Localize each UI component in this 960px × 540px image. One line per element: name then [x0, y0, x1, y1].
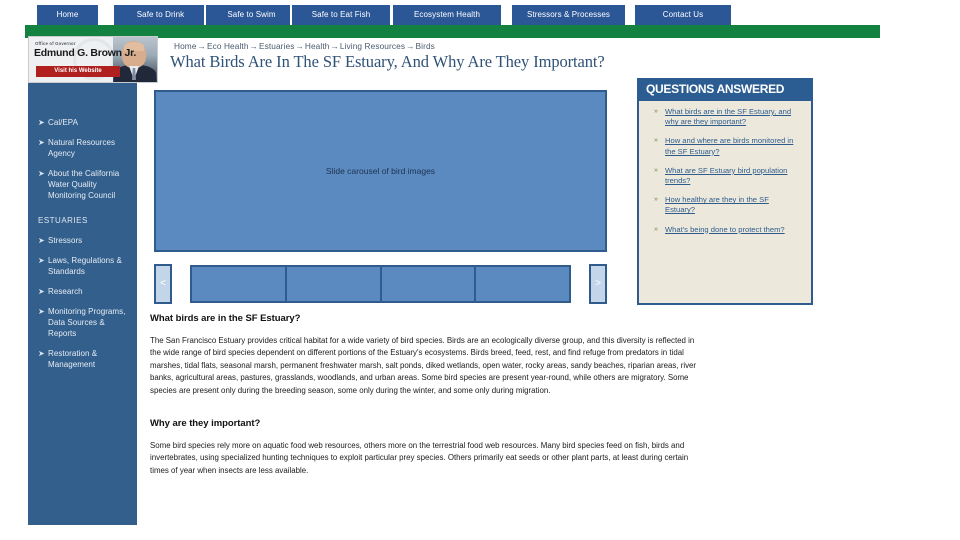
breadcrumb: Home→Eco Health→Estuaries→Health→Living …: [174, 41, 435, 51]
sidebar-bullet-arrow-icon: ➤: [38, 236, 45, 245]
sidebar-item-label: Cal/EPA: [48, 118, 78, 127]
sidebar-bullet-arrow-icon: ➤: [38, 169, 45, 178]
question-link-label[interactable]: How healthy are they in the SF Estuary?: [665, 195, 769, 214]
sidebar-item-natural-resources-agency[interactable]: ➤ Natural Resources Agency: [28, 137, 137, 159]
carousel-next-arrow-icon[interactable]: >: [589, 264, 607, 304]
breadcrumb-item-living-resources[interactable]: Living Resources: [340, 41, 405, 51]
nav-tab-safe-to-swim[interactable]: Safe to Swim: [204, 5, 299, 25]
sidebar-item-cal-epa[interactable]: ➤ Cal/EPA: [28, 117, 137, 128]
sidebar-section-heading-estuaries: ESTUARIES: [38, 216, 88, 225]
nav-tab-contact-us[interactable]: Contact Us: [633, 5, 733, 25]
section-body-text: Some bird species rely more on aquatic f…: [150, 441, 689, 475]
sidebar-item-label: Restoration & Management: [48, 349, 98, 369]
breadcrumb-item-estuaries[interactable]: Estuaries: [259, 41, 295, 51]
questions-answered-list: » What birds are in the SF Estuary, and w…: [639, 107, 811, 244]
carousel-thumbnail[interactable]: [381, 267, 475, 301]
section-body-text: The San Francisco Estuary provides criti…: [150, 336, 697, 395]
sidebar-item-stressors[interactable]: ➤ Stressors: [28, 235, 137, 246]
sidebar-item-restoration-management[interactable]: ➤ Restoration & Management: [28, 348, 137, 370]
nav-tab-ecosystem-health[interactable]: Ecosystem Health: [391, 5, 503, 25]
sidebar-item-about-the-california-water-quality-monitoring-council[interactable]: ➤ About the California Water Quality Moni…: [28, 168, 137, 201]
section-heading: What birds are in the SF Estuary?: [150, 313, 301, 324]
carousel-thumbnail[interactable]: [192, 267, 285, 301]
double-chevron-icon: »: [654, 137, 658, 145]
question-link-label[interactable]: What's being done to protect them?: [665, 225, 785, 234]
left-sidebar: ➤ Cal/EPA ➤ Natural Resources Agency ➤ About …: [28, 83, 137, 525]
carousel-thumbnail[interactable]: [476, 267, 569, 301]
carousel-thumbnail[interactable]: [286, 267, 380, 301]
breadcrumb-arrow-icon: →: [197, 41, 206, 51]
breadcrumb-item-eco-health[interactable]: Eco Health: [207, 41, 249, 51]
question-link-item[interactable]: » What are SF Estuary bird population tre…: [639, 166, 803, 186]
question-link-item[interactable]: » How healthy are they in the SF Estuary?: [639, 195, 803, 215]
sidebar-item-label: About the California Water Quality Monit…: [48, 169, 120, 200]
sidebar-item-laws-regulations-standards[interactable]: ➤ Laws, Regulations & Standards: [28, 255, 137, 277]
carousel-thumbnails: [190, 265, 571, 303]
sidebar-bullet-arrow-icon: ➤: [38, 307, 45, 316]
double-chevron-icon: »: [654, 108, 658, 115]
carousel-thumbnail-strip: < >: [154, 264, 607, 304]
sidebar-bullet-arrow-icon: ➤: [38, 287, 45, 296]
double-chevron-icon: »: [654, 225, 658, 233]
breadcrumb-item-home[interactable]: Home: [174, 41, 197, 51]
nav-tab-home[interactable]: Home: [35, 5, 100, 25]
questions-answered-panel: QUESTIONS ANSWERED » What birds are in th…: [637, 78, 813, 305]
carousel-placeholder-text: Slide carousel of bird images: [325, 166, 436, 176]
governor-name-label: Edmund G. Brown Jr.: [34, 47, 137, 59]
governor-banner-ad[interactable]: Office of Governor Edmund G. Brown Jr. V…: [28, 36, 158, 83]
nav-tab-safe-to-drink[interactable]: Safe to Drink: [112, 5, 209, 25]
top-navigation-bar: Home Safe to Drink Safe to Swim Safe to Eat…: [25, 5, 880, 25]
questions-answered-header: QUESTIONS ANSWERED: [637, 78, 813, 101]
sidebar-bullet-arrow-icon: ➤: [38, 118, 45, 127]
content-section: Why are they important? Some bird species…: [150, 418, 698, 477]
breadcrumb-arrow-icon: →: [330, 41, 339, 51]
double-chevron-icon: »: [654, 196, 658, 204]
sidebar-bullet-arrow-icon: ➤: [38, 256, 45, 265]
nav-tab-safe-to-eat-fish[interactable]: Safe to Eat Fish: [290, 5, 392, 25]
main-content: What birds are in the SF Estuary? The San…: [150, 313, 698, 477]
sidebar-item-label: Laws, Regulations & Standards: [48, 256, 122, 276]
governor-office-label: Office of Governor: [35, 41, 76, 46]
question-link-item[interactable]: » How and where are birds monitored in th…: [639, 136, 803, 156]
question-link-item[interactable]: » What birds are in the SF Estuary, and w…: [639, 107, 803, 127]
sidebar-estuary-links: ➤ Stressors ➤ Laws, Regulations & Standards…: [28, 235, 137, 370]
question-link-label[interactable]: What are SF Estuary bird population tren…: [665, 166, 787, 185]
sidebar-item-label: Monitoring Programs, Data Sources & Repo…: [48, 307, 126, 338]
double-chevron-icon: »: [654, 166, 658, 174]
sidebar-item-label: Research: [48, 287, 83, 296]
page-title: What Birds Are In The SF Estuary, And Wh…: [170, 52, 605, 71]
carousel-prev-arrow-icon[interactable]: <: [154, 264, 172, 304]
carousel-main-slide[interactable]: Slide carousel of bird images: [154, 90, 607, 252]
sidebar-agency-links: ➤ Cal/EPA ➤ Natural Resources Agency ➤ About …: [28, 117, 137, 201]
sidebar-bullet-arrow-icon: ➤: [38, 138, 45, 147]
section-heading: Why are they important?: [150, 418, 261, 430]
question-link-label[interactable]: How and where are birds monitored in the…: [665, 136, 793, 155]
nav-tab-stressors-processes[interactable]: Stressors & Processes: [510, 5, 627, 25]
breadcrumb-arrow-icon: →: [249, 41, 258, 51]
sidebar-item-label: Natural Resources Agency: [48, 138, 116, 158]
breadcrumb-arrow-icon: →: [295, 41, 304, 51]
question-link-item[interactable]: » What's being done to protect them?: [639, 225, 803, 235]
breadcrumb-item-health[interactable]: Health: [305, 41, 330, 51]
sidebar-bullet-arrow-icon: ➤: [38, 349, 45, 358]
sidebar-item-monitoring-programs-data-sources-reports[interactable]: ➤ Monitoring Programs, Data Sources & Rep…: [28, 306, 137, 339]
breadcrumb-item-birds[interactable]: Birds: [416, 41, 435, 51]
visit-website-button[interactable]: Visit his Website: [36, 66, 120, 77]
question-link-label[interactable]: What birds are in the SF Estuary, and wh…: [665, 107, 791, 126]
content-section: What birds are in the SF Estuary? The San…: [150, 313, 698, 397]
breadcrumb-arrow-icon: →: [406, 41, 415, 51]
sidebar-item-research[interactable]: ➤ Research: [28, 286, 137, 297]
sidebar-item-label: Stressors: [48, 236, 83, 245]
